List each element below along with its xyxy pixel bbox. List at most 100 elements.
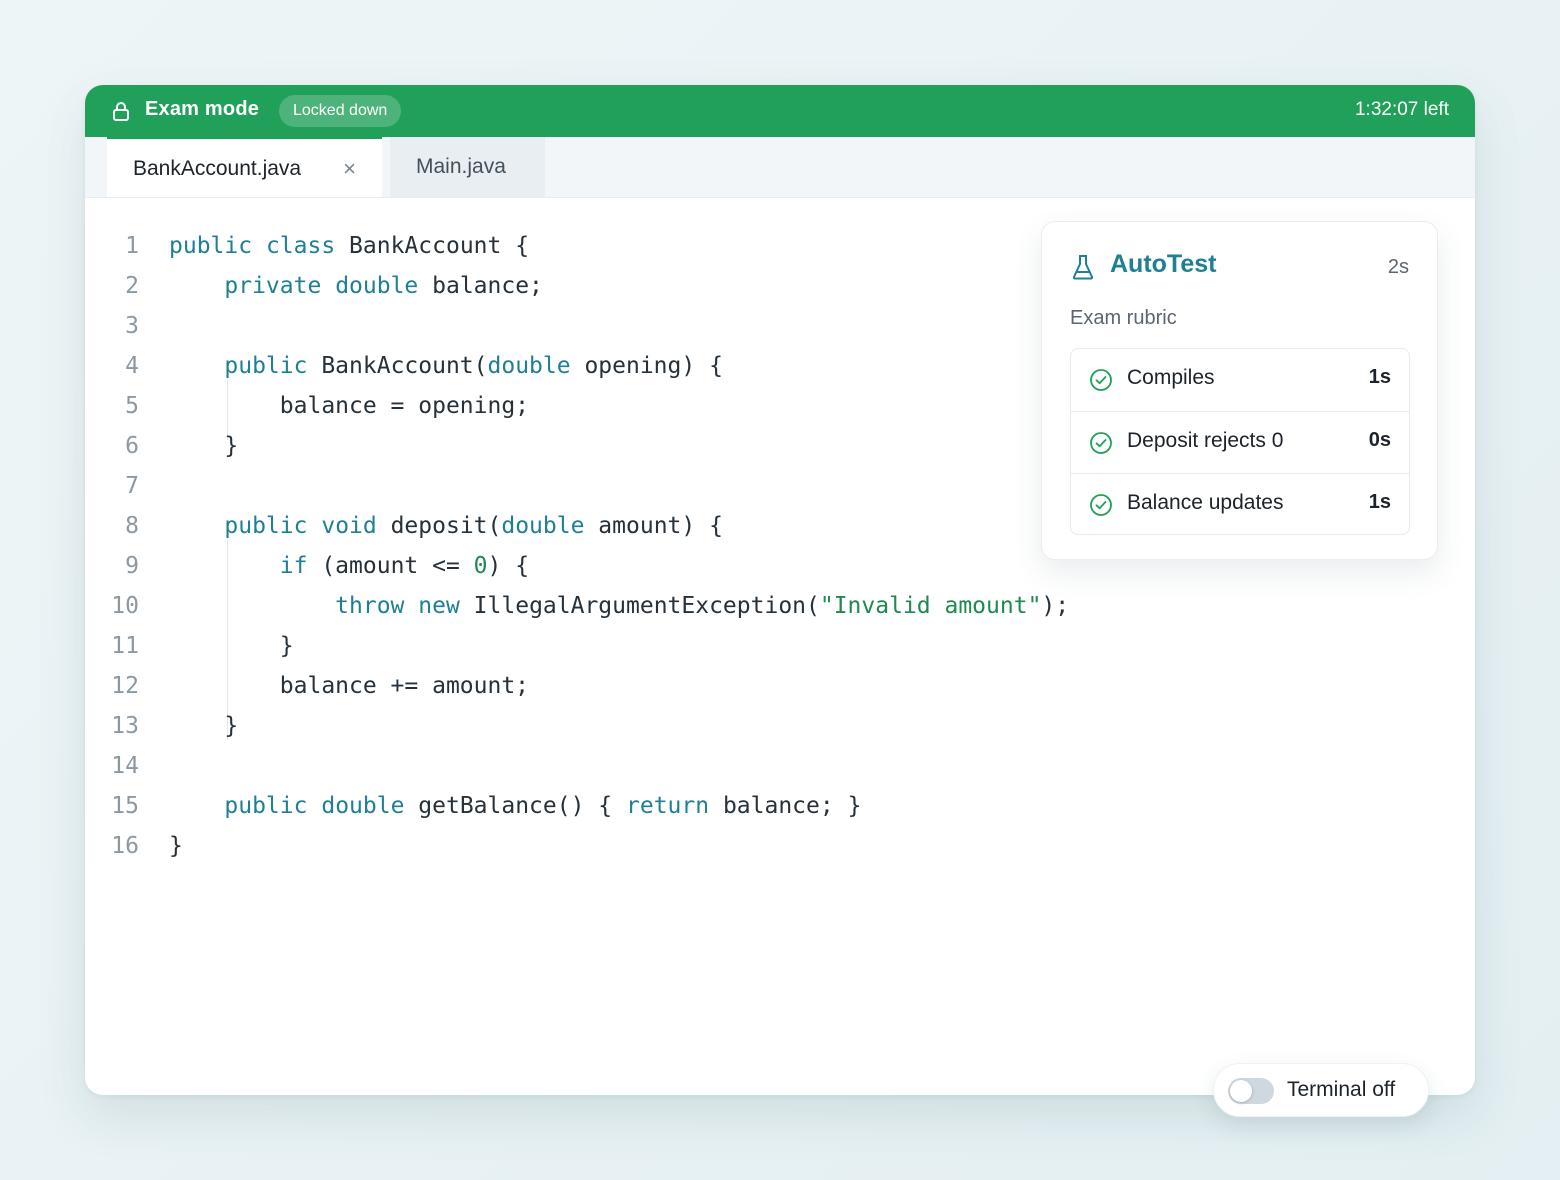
line-number: 3 — [125, 313, 139, 339]
test-duration: 1s — [1368, 366, 1391, 388]
terminal-switch[interactable] — [1228, 1078, 1274, 1104]
code-text: balance += amount; — [169, 666, 529, 706]
test-row[interactable]: Balance updates 1s — [1071, 473, 1409, 535]
code-text: public double getBalance() { return bala… — [169, 786, 861, 826]
keyword-token: if — [279, 553, 308, 579]
autotest-duration: 2s — [1387, 256, 1409, 278]
code-text: public class BankAccount { — [169, 226, 529, 266]
terminal-label: Terminal off — [1287, 1078, 1396, 1101]
test-duration: 0s — [1368, 429, 1391, 451]
terminal-toggle[interactable]: Terminal off — [1213, 1063, 1429, 1117]
keyword-token: return — [626, 793, 710, 819]
code-token: } — [169, 713, 239, 739]
tab-label: Main.java — [416, 155, 506, 178]
line-number: 2 — [125, 273, 139, 299]
code-text: public BankAccount(double opening) { — [169, 346, 723, 386]
locked-down-badge: Locked down — [279, 95, 402, 127]
code-text: balance = opening; — [169, 386, 529, 426]
code-token: ) { — [487, 553, 530, 579]
autotest-title: AutoTest — [1110, 250, 1217, 278]
line-number: 7 — [125, 473, 139, 499]
code-token: (amount <= — [307, 553, 474, 579]
keyword-token: public — [224, 793, 308, 819]
autotest-subtitle: Exam rubric — [1070, 307, 1177, 329]
code-text: } — [169, 706, 238, 746]
switch-knob — [1230, 1080, 1252, 1102]
exam-mode-title: Exam mode — [145, 98, 260, 120]
line-number: 15 — [111, 793, 139, 819]
code-token: BankAccount { — [335, 233, 530, 259]
code-token: balance; — [418, 273, 543, 299]
keyword-token: private — [224, 273, 322, 299]
string-token: "Invalid amount" — [819, 593, 1042, 619]
keyword-token: public — [224, 353, 308, 379]
number-token: 0 — [473, 553, 488, 579]
test-duration: 1s — [1368, 491, 1391, 513]
line-number: 9 — [125, 553, 139, 579]
code-text: public void deposit(double amount) { — [169, 506, 723, 546]
code-token: opening) { — [570, 353, 723, 379]
code-token: } — [169, 633, 294, 659]
code-token: balance = opening; — [169, 393, 530, 419]
file-tab-bar: BankAccount.java × Main.java — [85, 137, 1475, 198]
keyword-token: class — [265, 233, 336, 259]
test-name: Deposit rejects 0 — [1127, 429, 1284, 452]
code-token: balance; } — [709, 793, 862, 819]
code-token: } — [169, 433, 239, 459]
test-name: Balance updates — [1127, 491, 1284, 514]
line-number: 12 — [111, 673, 139, 699]
code-token: getBalance() { — [404, 793, 626, 819]
check-circle-icon — [1090, 432, 1112, 454]
check-circle-icon — [1090, 494, 1112, 516]
line-number: 13 — [111, 713, 139, 739]
code-token: BankAccount( — [307, 353, 488, 379]
check-circle-icon — [1090, 369, 1112, 391]
keyword-token: public — [224, 513, 308, 539]
test-name: Compiles — [1127, 366, 1215, 389]
test-row[interactable]: Compiles 1s — [1071, 349, 1409, 411]
line-number: 10 — [111, 593, 139, 619]
exam-mode-bar: Exam mode Locked down 1:32:07 left — [85, 85, 1475, 137]
code-text: throw new IllegalArgumentException("Inva… — [169, 586, 1069, 626]
code-text: } — [169, 426, 238, 466]
lock-icon — [113, 102, 129, 121]
code-token: ); — [1041, 593, 1070, 619]
line-number: 11 — [111, 633, 139, 659]
test-results-list: Compiles 1s Deposit rejects 0 0s Balance… — [1070, 348, 1410, 535]
keyword-token: double — [487, 353, 571, 379]
code-token: IllegalArgumentException( — [459, 593, 820, 619]
test-row[interactable]: Deposit rejects 0 0s — [1071, 411, 1409, 473]
line-number: 5 — [125, 393, 139, 419]
line-number: 16 — [111, 833, 139, 859]
keyword-token: new — [418, 593, 460, 619]
flask-icon — [1072, 255, 1094, 280]
code-token: balance += amount; — [169, 673, 530, 699]
keyword-token: double — [321, 793, 405, 819]
code-text: private double balance; — [169, 266, 543, 306]
line-number: 1 — [125, 233, 139, 259]
autotest-panel: AutoTest 2s Exam rubric Compiles 1s Depo… — [1041, 221, 1438, 560]
tab-label: BankAccount.java — [133, 157, 302, 180]
keyword-token: double — [501, 513, 585, 539]
line-number: 8 — [125, 513, 139, 539]
tab-bankaccount-java[interactable]: BankAccount.java × — [107, 137, 382, 197]
tab-main-java[interactable]: Main.java — [390, 137, 545, 197]
line-number: 6 — [125, 433, 139, 459]
line-number: 14 — [111, 753, 139, 779]
close-icon[interactable]: × — [343, 139, 356, 199]
keyword-token: throw — [335, 593, 405, 619]
keyword-token: public — [169, 233, 253, 259]
code-token: amount) { — [584, 513, 723, 539]
keyword-token: void — [321, 513, 377, 539]
time-remaining: 1:32:07 left — [1354, 99, 1449, 120]
